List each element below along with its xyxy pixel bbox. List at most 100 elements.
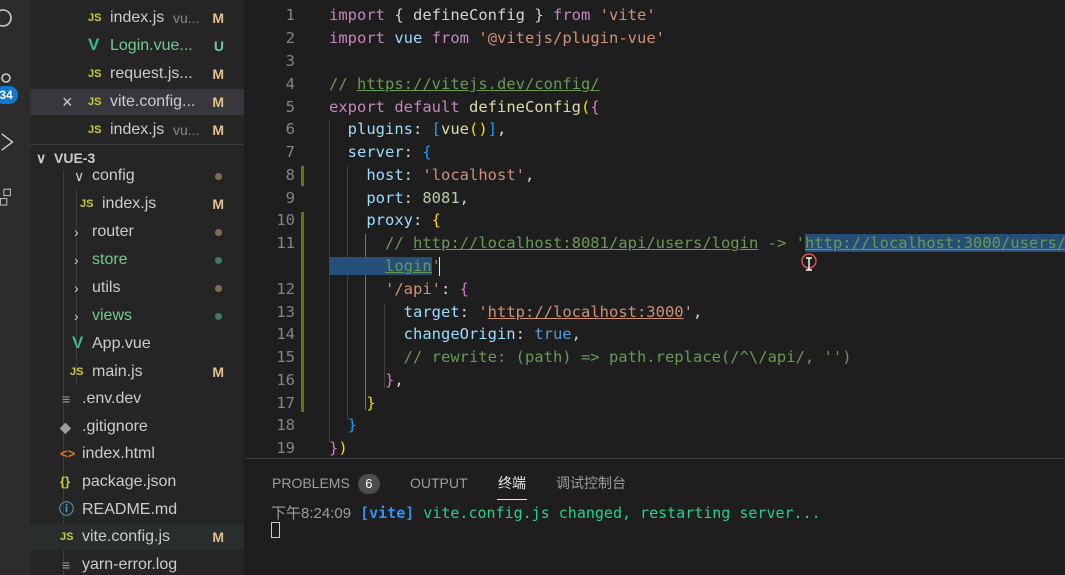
tree-file[interactable]: {} package.json <box>30 469 244 495</box>
code-token: '@vitejs/plugin-vue' <box>478 29 665 47</box>
chevron-right-icon: › <box>74 280 79 296</box>
open-editor-label: request.js... <box>110 65 193 82</box>
tab-label: 调试控制台 <box>556 475 626 491</box>
tree-file[interactable]: ◆ .gitignore <box>30 414 244 440</box>
js-file-icon: JS <box>88 96 102 108</box>
code-token: server <box>347 143 404 161</box>
tree-folder-utils[interactable]: › utils <box>30 275 244 301</box>
line-number: 9 <box>285 189 295 207</box>
tree-folder-views[interactable]: › views <box>30 303 244 329</box>
terminal-message: vite.config.js changed, restarting serve… <box>423 504 821 522</box>
settings-file-icon: ≡ <box>62 391 71 407</box>
code-editor[interactable]: 1 2 3 4 5 6 7 8 9 10 11 12 13 14 15 16 1… <box>245 0 1065 458</box>
code-line: changeOrigin: true, <box>403 325 581 343</box>
git-status: M <box>212 66 224 82</box>
terminal-cursor <box>271 522 280 538</box>
code-line: }) <box>329 439 348 457</box>
terminal-output[interactable]: 下午8:24:09 [vite] vite.config.js changed,… <box>271 503 821 524</box>
line-number: 18 <box>276 416 295 434</box>
log-file-icon: ≡ <box>62 557 71 573</box>
tab-problems[interactable]: PROBLEMS 6 <box>272 473 380 494</box>
line-number: 13 <box>276 303 295 321</box>
code-token: 'localhost' <box>422 166 525 184</box>
code-token: vue <box>441 120 470 138</box>
code-token: default <box>394 98 460 116</box>
terminal-time: 下午8:24:09 <box>271 505 352 522</box>
html-file-icon: <> <box>60 446 76 461</box>
line-number: 15 <box>276 348 295 366</box>
code-link[interactable]: https://vitejs.dev/config/ <box>357 75 600 93</box>
code-line: proxy: { <box>366 211 442 229</box>
code-token: ' <box>683 303 693 321</box>
tree-folder-config[interactable]: ∨ config <box>30 163 244 189</box>
code-token: export <box>329 98 385 116</box>
code-token: // <box>385 234 413 252</box>
js-file-icon: JS <box>88 12 102 24</box>
js-file-icon: JS <box>70 366 84 378</box>
git-file-icon: ◆ <box>60 419 71 435</box>
tree-file[interactable]: V App.vue <box>30 331 244 357</box>
code-link[interactable]: http://localhost:3000 <box>488 303 684 321</box>
code-link-selected[interactable]: http://localhost:3000/users/ <box>804 234 1065 252</box>
open-editor-item[interactable]: V Login.vue... U <box>30 33 244 59</box>
open-editor-hint: vu... <box>173 122 200 138</box>
tree-file[interactable]: JS main.js M <box>30 359 244 385</box>
tree-file[interactable]: <> index.html <box>30 441 244 467</box>
code-line: host: 'localhost', <box>366 166 535 184</box>
tree-file[interactable]: ≡ yarn-error.log <box>30 552 244 575</box>
open-editor-item[interactable]: JS index.js vu... M <box>30 5 244 31</box>
git-status: M <box>212 94 224 110</box>
code-token: host <box>366 166 404 184</box>
code-line: export default defineConfig({ <box>329 98 600 116</box>
tab-terminal[interactable]: 终端 <box>498 473 526 493</box>
problems-count-badge: 6 <box>357 474 380 494</box>
tab-debug-console[interactable]: 调试控制台 <box>556 473 626 493</box>
code-link-selected[interactable]: login <box>385 257 432 275</box>
tab-label: PROBLEMS <box>272 475 350 491</box>
extensions-icon[interactable] <box>0 188 16 208</box>
line-number: 8 <box>285 166 295 184</box>
search-icon[interactable] <box>0 8 16 28</box>
tree-file[interactable]: ⓘ README.md <box>30 497 244 523</box>
tree-item-label: package.json <box>82 473 177 490</box>
gutter-modified-marker <box>301 166 304 186</box>
code-token: 8081 <box>422 189 460 207</box>
code-line: }, <box>385 371 404 389</box>
code-token: from <box>431 29 470 47</box>
code-link[interactable]: http://localhost:8081/api/users/login <box>413 234 758 252</box>
tab-output[interactable]: OUTPUT <box>410 473 468 493</box>
tree-item-label: .env.dev <box>82 390 142 407</box>
open-editor-label: index.js <box>110 9 165 26</box>
tree-folder-store[interactable]: › store <box>30 247 244 273</box>
vue-file-icon: V <box>88 35 100 54</box>
tree-item-label: router <box>92 223 134 240</box>
run-debug-icon[interactable] <box>0 132 16 152</box>
mouse-cursor-icon <box>801 253 817 271</box>
open-editor-item-active[interactable]: × JS vite.config... M <box>30 89 244 115</box>
code-line: // http://localhost:8081/api/users/login… <box>329 232 1065 255</box>
open-editor-item[interactable]: JS index.js vu... M <box>30 117 244 143</box>
line-number: 2 <box>285 29 295 47</box>
line-number: 17 <box>276 394 295 412</box>
tree-file[interactable]: ≡ .env.dev <box>30 386 244 412</box>
tab-label: 终端 <box>498 475 526 491</box>
tree-file-selected[interactable]: JS vite.config.js M <box>30 524 244 550</box>
close-icon[interactable]: × <box>62 89 73 115</box>
code-token: vue <box>394 29 423 47</box>
open-editor-item[interactable]: JS request.js... M <box>30 61 244 87</box>
tree-item-label: utils <box>92 279 121 296</box>
tree-file[interactable]: JS index.js M <box>30 191 244 217</box>
code-token: proxy <box>366 211 413 229</box>
tree-folder-router[interactable]: › router <box>30 219 244 245</box>
code-line: target: 'http://localhost:3000', <box>403 303 703 321</box>
text-cursor <box>439 257 440 276</box>
git-status: M <box>212 122 224 138</box>
line-number: 7 <box>285 143 295 161</box>
code-token: defineConfig <box>469 98 581 116</box>
git-status: M <box>212 364 224 380</box>
tree-item-label: README.md <box>82 501 178 518</box>
git-status: M <box>212 529 224 545</box>
line-number: 12 <box>276 280 295 298</box>
code-token: changeOrigin <box>403 325 516 343</box>
code-line: port: 8081, <box>366 189 469 207</box>
